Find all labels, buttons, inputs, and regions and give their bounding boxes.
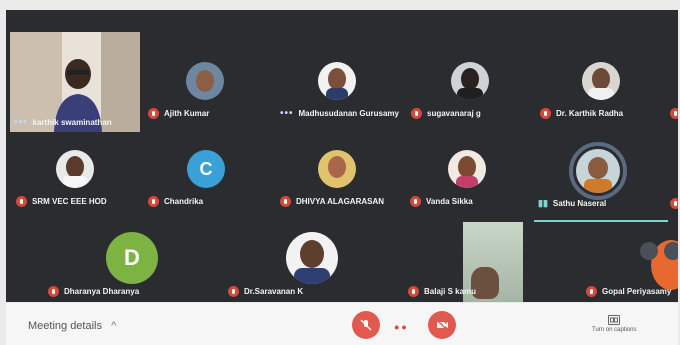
avatar [448, 150, 486, 188]
audio-level-icon: ▮▮ [538, 198, 548, 208]
video-tile-self[interactable]: ••• karthik swaminathan [10, 32, 140, 132]
mic-off-icon [148, 108, 159, 119]
participant-name: Ajith Kumar [164, 109, 210, 118]
participant-name: Chandrika [164, 197, 204, 206]
pin-icon[interactable] [640, 242, 658, 260]
participant-label: Dharanya Dharanya [48, 286, 139, 297]
participant-name: Dr.Saravanan K [244, 287, 304, 296]
mic-off-icon [280, 196, 291, 207]
more-icon: ••• [280, 108, 294, 119]
mic-off-icon [586, 286, 597, 297]
participant-name: Balaji S kamu [424, 287, 477, 296]
participant-label: ▮▮ Sathu Naseral [538, 198, 606, 209]
mic-off-icon [410, 196, 421, 207]
participant-label: Chandrika [148, 196, 203, 207]
avatar [56, 150, 94, 188]
meeting-grid: ••• karthik swaminathan Ajith Kumar ••• … [6, 10, 678, 302]
end-call-dots: ●● [394, 322, 409, 332]
avatar [186, 62, 224, 100]
mic-toggle-button[interactable] [352, 311, 380, 339]
participant-label: Gopal Periyasamy [586, 286, 671, 297]
avatar [286, 232, 338, 284]
avatar [451, 62, 489, 100]
captions-icon [608, 315, 621, 325]
mic-off-icon [48, 286, 59, 297]
participant-name: Gopal Periyasamy [602, 287, 672, 296]
avatar-letter-d: D [106, 232, 158, 284]
participant-label: Dr. Karthik Radha [540, 108, 623, 119]
participant-label: Balaji S kamu [408, 286, 476, 297]
mic-off-icon [411, 108, 422, 119]
mic-off-icon [540, 108, 551, 119]
participant-label: Ajith Kumar [148, 108, 209, 119]
tile-controls [640, 242, 678, 260]
participant-label: Vanda Sikka [410, 196, 473, 207]
mute-participant-icon[interactable] [664, 242, 678, 260]
participant-name: sugavanaraj g [427, 109, 481, 118]
avatar-initial: C [199, 158, 213, 179]
participant-name: Dharanya Dharanya [64, 287, 140, 296]
avatar-initial: D [124, 245, 140, 270]
participant-name: DHIVYA ALAGARASAN [296, 197, 385, 206]
avatar [576, 149, 620, 193]
mic-off-icon [16, 196, 27, 207]
captions-button[interactable]: Turn on captions [592, 315, 636, 333]
captions-label: Turn on captions [592, 327, 637, 333]
participant-name: Madhusudanan Gurusamy [298, 109, 399, 118]
participant-name: Vanda Sikka [426, 197, 473, 206]
participant-name: SRM VEC EEE HOD [32, 197, 107, 206]
participant-label: ••• karthik swaminathan [14, 117, 112, 128]
mic-off-icon [670, 108, 678, 119]
chevron-up-icon: ^ [111, 320, 117, 332]
participant-label: DHIVYA ALAGARASAN [280, 196, 384, 207]
mic-off-icon [360, 319, 372, 331]
avatar [318, 150, 356, 188]
participant-name: Sathu Naseral [552, 199, 607, 208]
participant-label: SRM VEC EEE HOD [16, 196, 107, 207]
avatar [318, 62, 356, 100]
meeting-details-label: Meeting details [28, 320, 102, 332]
more-icon: ••• [14, 117, 28, 128]
meeting-details-button[interactable]: Meeting details ^ [28, 320, 116, 332]
photo-frame: ••• karthik swaminathan Ajith Kumar ••• … [0, 0, 680, 345]
avatar-letter-c: C [187, 150, 225, 188]
participant-label: sugavanaraj g [411, 108, 481, 119]
participant-label: Dr.Saravanan K [228, 286, 303, 297]
mic-off-icon [228, 286, 239, 297]
participant-name: Dr. Karthik Radha [556, 109, 624, 118]
mic-off-icon [408, 286, 419, 297]
avatar [582, 62, 620, 100]
participant-name: karthik swaminathan [32, 118, 112, 127]
participant-label: ••• Madhusudanan Gurusamy [280, 108, 399, 119]
camera-off-icon [436, 319, 448, 331]
camera-toggle-button[interactable] [428, 311, 456, 339]
bottom-toolbar: Meeting details ^ ●● Turn on captions [6, 303, 678, 345]
mic-off-icon [670, 198, 678, 209]
active-speaker-indicator [534, 220, 668, 222]
mic-off-icon [148, 196, 159, 207]
